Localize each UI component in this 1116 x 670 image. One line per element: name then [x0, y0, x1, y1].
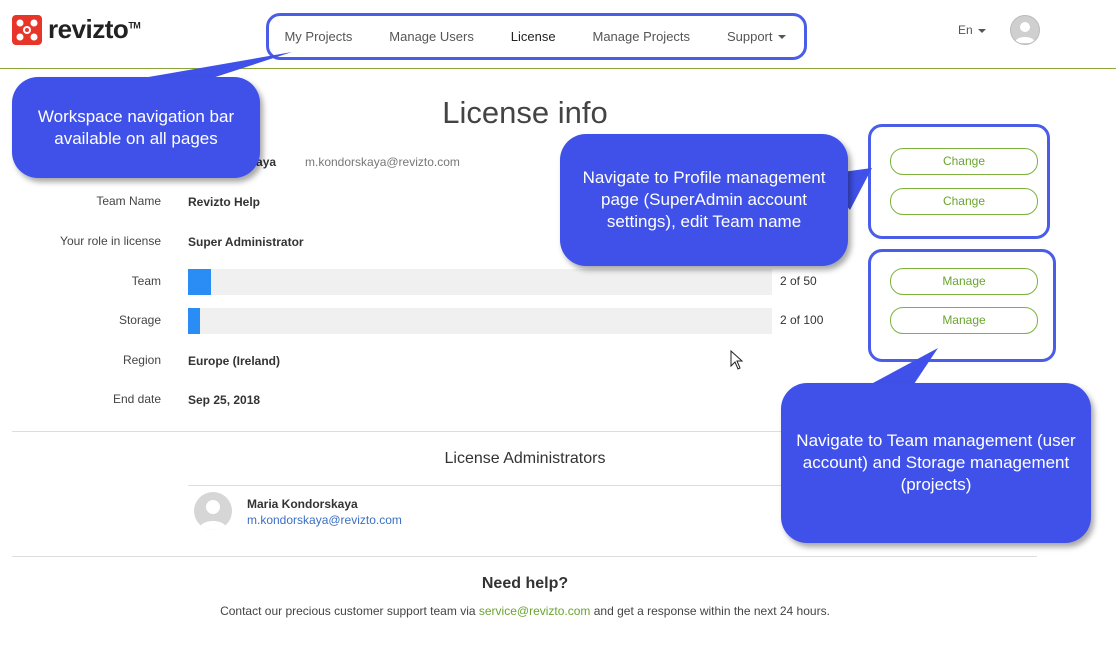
profile-callout: Navigate to Profile management page (Sup… [560, 134, 848, 266]
team-storage-callout: Navigate to Team management (user accoun… [781, 383, 1091, 543]
nav-callout: Workspace navigation bar available on al… [12, 77, 260, 178]
